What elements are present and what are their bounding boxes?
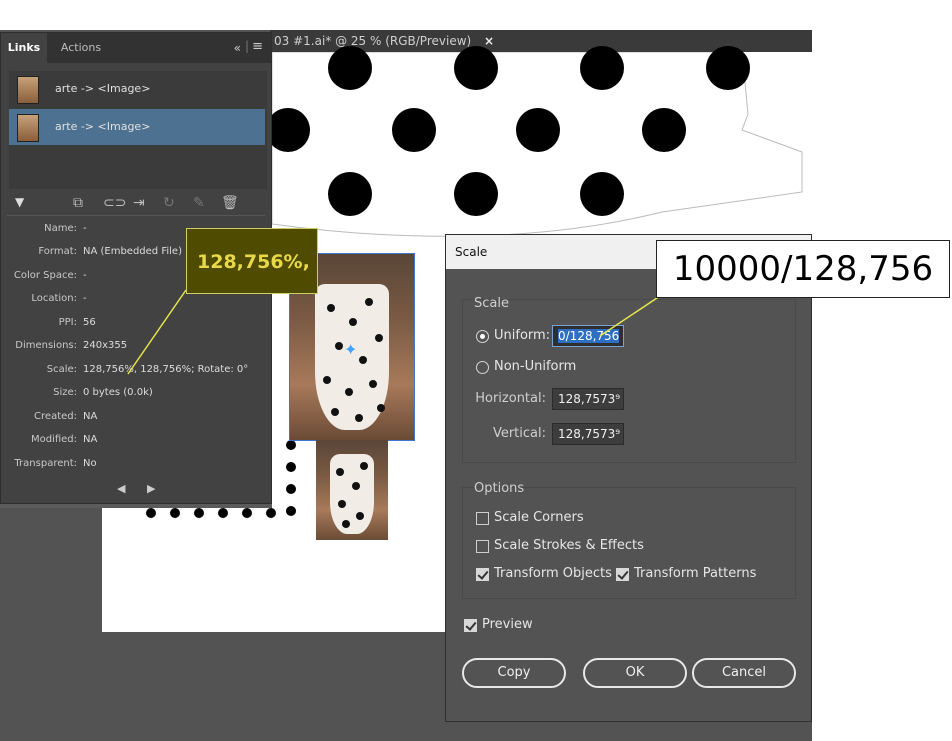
info-value-transparent: No (83, 458, 97, 469)
info-label-transparent: Transparent: (14, 458, 77, 469)
scale-corners-label[interactable]: Scale Corners (494, 510, 584, 525)
info-label-ppi: PPI: (58, 317, 77, 328)
formula-callout: 10000/128,756 (656, 240, 950, 298)
uniform-scale-value: 0/128,756 (558, 329, 620, 343)
panel-edge (0, 504, 272, 508)
dress-image-copy[interactable] (316, 440, 388, 540)
list-item-selected[interactable]: arte -> <Image> (9, 109, 265, 145)
image-thumbnail (17, 114, 39, 142)
go-to-link-icon[interactable]: ⇥ (133, 195, 145, 211)
transform-patterns-checkbox[interactable] (616, 568, 629, 581)
scale-strokes-checkbox[interactable] (476, 540, 489, 553)
collapse-panel-icon[interactable]: « (234, 41, 241, 55)
uniform-label[interactable]: Uniform: (494, 328, 550, 343)
pattern-dot (328, 172, 372, 216)
delete-icon[interactable]: 🗑 (221, 195, 239, 211)
ok-button[interactable]: OK (583, 658, 687, 688)
pattern-dot (454, 172, 498, 216)
horizontal-label: Horizontal: (475, 391, 546, 406)
separator: | (244, 39, 249, 53)
pattern-dot (266, 108, 310, 152)
cancel-button[interactable]: Cancel (692, 658, 796, 688)
pattern-dot (328, 46, 372, 90)
previous-link-icon[interactable]: ◀ (117, 482, 125, 495)
document-tabbar (500, 30, 812, 52)
info-label-dimensions: Dimensions: (15, 340, 77, 351)
transform-objects-label[interactable]: Transform Objects (494, 566, 612, 581)
scale-corners-checkbox[interactable] (476, 512, 489, 525)
list-item[interactable]: arte -> <Image> (9, 71, 265, 107)
vertical-label: Vertical: (492, 426, 546, 441)
pattern-dot (392, 108, 436, 152)
info-value-created: NA (83, 411, 98, 422)
pattern-dot (642, 108, 686, 152)
center-point-icon: ✦ (344, 340, 358, 359)
nonuniform-radio[interactable] (476, 361, 489, 374)
preview-checkbox[interactable] (464, 619, 477, 632)
tab-actions[interactable]: Actions (51, 33, 111, 63)
relink-from-cc-icon[interactable]: ⧉ (73, 195, 83, 211)
info-label-location: Location: (31, 293, 77, 304)
pattern-dot (454, 46, 498, 90)
edit-original-icon[interactable]: ✎ (193, 195, 205, 211)
panel-tabbar: Links Actions « | ≡ (1, 33, 271, 63)
tab-links[interactable]: Links (1, 33, 47, 63)
info-value-format: NA (Embedded File) (83, 246, 182, 257)
info-label-scale: Scale: (46, 364, 77, 375)
info-label-created: Created: (34, 411, 77, 422)
pattern-dot (580, 172, 624, 216)
divider (7, 215, 265, 216)
info-value-scale: 128,756%, 128,756%; Rotate: 0° (83, 364, 249, 375)
info-value-name: - (83, 223, 87, 234)
horizontal-scale-input[interactable]: 128,7573⁹ (552, 388, 624, 410)
info-value-size: 0 bytes (0.0k) (83, 387, 153, 398)
dress-figure (330, 454, 374, 534)
pattern-dot (706, 46, 750, 90)
info-label-format: Format: (38, 246, 77, 257)
list-item-label: arte -> <Image> (55, 82, 151, 95)
list-item-label: arte -> <Image> (55, 120, 151, 133)
relink-icon[interactable]: ⊂⊃ (103, 195, 126, 211)
info-value-modified: NA (83, 434, 98, 445)
scale-callout: 128,756%, (186, 228, 318, 294)
preview-label[interactable]: Preview (482, 617, 533, 632)
info-value-location: - (83, 293, 87, 304)
transform-patterns-label[interactable]: Transform Patterns (634, 566, 756, 581)
copy-button[interactable]: Copy (462, 658, 566, 688)
pattern-dot (580, 46, 624, 90)
info-label-modified: Modified: (30, 434, 77, 445)
info-label-name: Name: (44, 223, 77, 234)
info-value-ppi: 56 (83, 317, 96, 328)
vertical-scale-input[interactable]: 128,7573⁹ (552, 423, 624, 445)
info-label-colorspace: Color Space: (13, 270, 77, 281)
info-value-colorspace: - (83, 270, 87, 281)
document-tab-title: 03 #1.ai* @ 25 % (RGB/Preview) (274, 34, 472, 48)
show-info-toggle-icon[interactable]: ▼ (15, 195, 24, 209)
scale-dialog: Scale Scale Uniform: 0/128,756 Non-Unifo… (445, 234, 812, 722)
options-group-title: Options (474, 481, 525, 496)
pattern-dot (516, 108, 560, 152)
info-value-dimensions: 240x355 (83, 340, 128, 351)
scale-group-title: Scale (474, 296, 509, 311)
transform-objects-checkbox[interactable] (476, 568, 489, 581)
next-link-icon[interactable]: ▶ (147, 482, 155, 495)
uniform-scale-input[interactable]: 0/128,756 (552, 325, 624, 347)
uniform-radio[interactable] (476, 330, 489, 343)
nonuniform-label[interactable]: Non-Uniform (494, 359, 576, 374)
update-link-icon[interactable]: ↻ (163, 195, 175, 211)
scale-strokes-label[interactable]: Scale Strokes & Effects (494, 538, 644, 553)
image-thumbnail (17, 76, 39, 104)
info-label-size: Size: (53, 387, 77, 398)
panel-menu-icon[interactable]: ≡ (252, 39, 263, 54)
